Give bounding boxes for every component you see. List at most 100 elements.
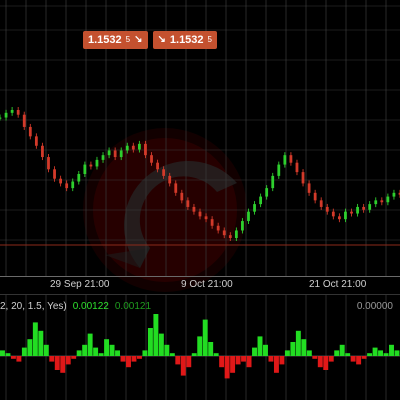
histogram-bar (169, 353, 175, 356)
candle-body (331, 211, 335, 217)
candle-body (325, 206, 329, 212)
histogram-bar (87, 333, 93, 356)
histogram-bar (202, 319, 208, 356)
histogram-bar (328, 356, 334, 362)
candle-body (107, 150, 111, 156)
candle-body (265, 188, 269, 197)
histogram-bar (158, 333, 164, 356)
candle-body (168, 175, 172, 184)
candle-body (386, 196, 390, 203)
x-tick-label: 21 Oct 21:00 (309, 279, 367, 290)
histogram-bar (60, 356, 66, 373)
histogram-bar (306, 350, 312, 356)
histogram-bar (104, 339, 110, 356)
histogram-bar (394, 350, 400, 356)
candle-body (313, 192, 317, 201)
histogram-bar (383, 353, 389, 356)
histogram-bar (361, 356, 367, 359)
candle-body (374, 200, 378, 205)
histogram-bar (115, 350, 120, 356)
histogram-bar (295, 330, 301, 356)
histogram-bar (180, 356, 186, 376)
candle-body (101, 155, 105, 160)
histogram-bar (290, 342, 296, 356)
indicator-legend: 2, 20, 1.5, Yes) 0.00122 0.00121 (0, 301, 151, 312)
histogram-bar (224, 356, 230, 379)
histogram-bar (257, 336, 263, 356)
histogram-bar (219, 356, 225, 368)
candle-body (125, 145, 129, 151)
histogram-bar (301, 339, 307, 356)
histogram-bar (213, 353, 219, 356)
indicator-value-2: 0.00121 (114, 301, 152, 312)
candle-body (319, 200, 323, 207)
candle-body (0, 117, 2, 119)
candle-body (253, 204, 256, 212)
candle-body (144, 143, 147, 156)
histogram-bar (43, 344, 49, 356)
histogram-bar (76, 350, 82, 356)
histogram-bar (317, 356, 323, 368)
down-arrow-icon: ↘ (134, 34, 143, 45)
candle-body (22, 114, 26, 127)
candle-body (47, 157, 50, 170)
histogram-bar (27, 339, 33, 356)
histogram-bar (268, 356, 274, 362)
trading-chart[interactable] (0, 0, 400, 400)
candle-body (295, 162, 299, 173)
histogram-bar (71, 356, 77, 359)
candle-body (77, 174, 81, 182)
price-toolbar: 1.1532 5 ↘ ↘ 1.1532 5 (83, 31, 217, 49)
candle-body (259, 196, 263, 205)
candle-body (392, 192, 396, 197)
histogram-bar (284, 350, 290, 356)
candle-body (83, 164, 87, 174)
candle-body (150, 155, 153, 163)
sell-price: 1.1532 (88, 34, 122, 46)
candle-body (241, 221, 244, 231)
histogram-bar (109, 344, 115, 356)
candle-body (301, 172, 305, 184)
histogram-bar (279, 356, 285, 365)
histogram-bar (263, 344, 268, 356)
sell-button[interactable]: 1.1532 5 ↘ (83, 31, 148, 49)
candle-body (344, 211, 347, 220)
histogram-bar (323, 356, 329, 370)
histogram-bar (142, 350, 148, 356)
histogram-bar (372, 347, 378, 356)
candle-body (350, 211, 353, 214)
histogram-bar (38, 330, 44, 356)
candle-body (277, 164, 281, 176)
histogram-bar (49, 356, 55, 362)
histogram-bar (334, 350, 340, 356)
candle-body (337, 216, 341, 220)
candle-body (71, 181, 75, 189)
candle-body (289, 155, 293, 163)
candle-body (192, 206, 196, 212)
candle-body (59, 178, 63, 184)
candle-body (34, 136, 38, 146)
indicator-scale-value: 0.00000 (356, 301, 393, 312)
candle-body (247, 211, 250, 222)
candle-body (271, 175, 275, 189)
candle-body (137, 143, 141, 150)
candle-body (53, 169, 56, 179)
candle-body (198, 211, 202, 217)
histogram-bar (378, 350, 384, 356)
histogram-bar (147, 328, 153, 356)
candle-body (16, 110, 20, 115)
candle-body (368, 204, 372, 210)
histogram-bar (54, 356, 60, 370)
down-arrow-icon: ↘ (157, 34, 166, 45)
histogram-bar (350, 356, 356, 362)
histogram-bar (164, 344, 170, 356)
candle-body (307, 183, 311, 193)
candle-body (131, 145, 135, 150)
candle-body (41, 145, 44, 158)
histogram-bar (191, 353, 197, 356)
buy-button[interactable]: ↘ 1.1532 5 (152, 31, 217, 49)
candle-body (89, 164, 93, 167)
histogram-bar (197, 336, 203, 356)
indicator-params: 2, 20, 1.5, Yes) (0, 301, 67, 312)
histogram-bar (241, 356, 247, 362)
